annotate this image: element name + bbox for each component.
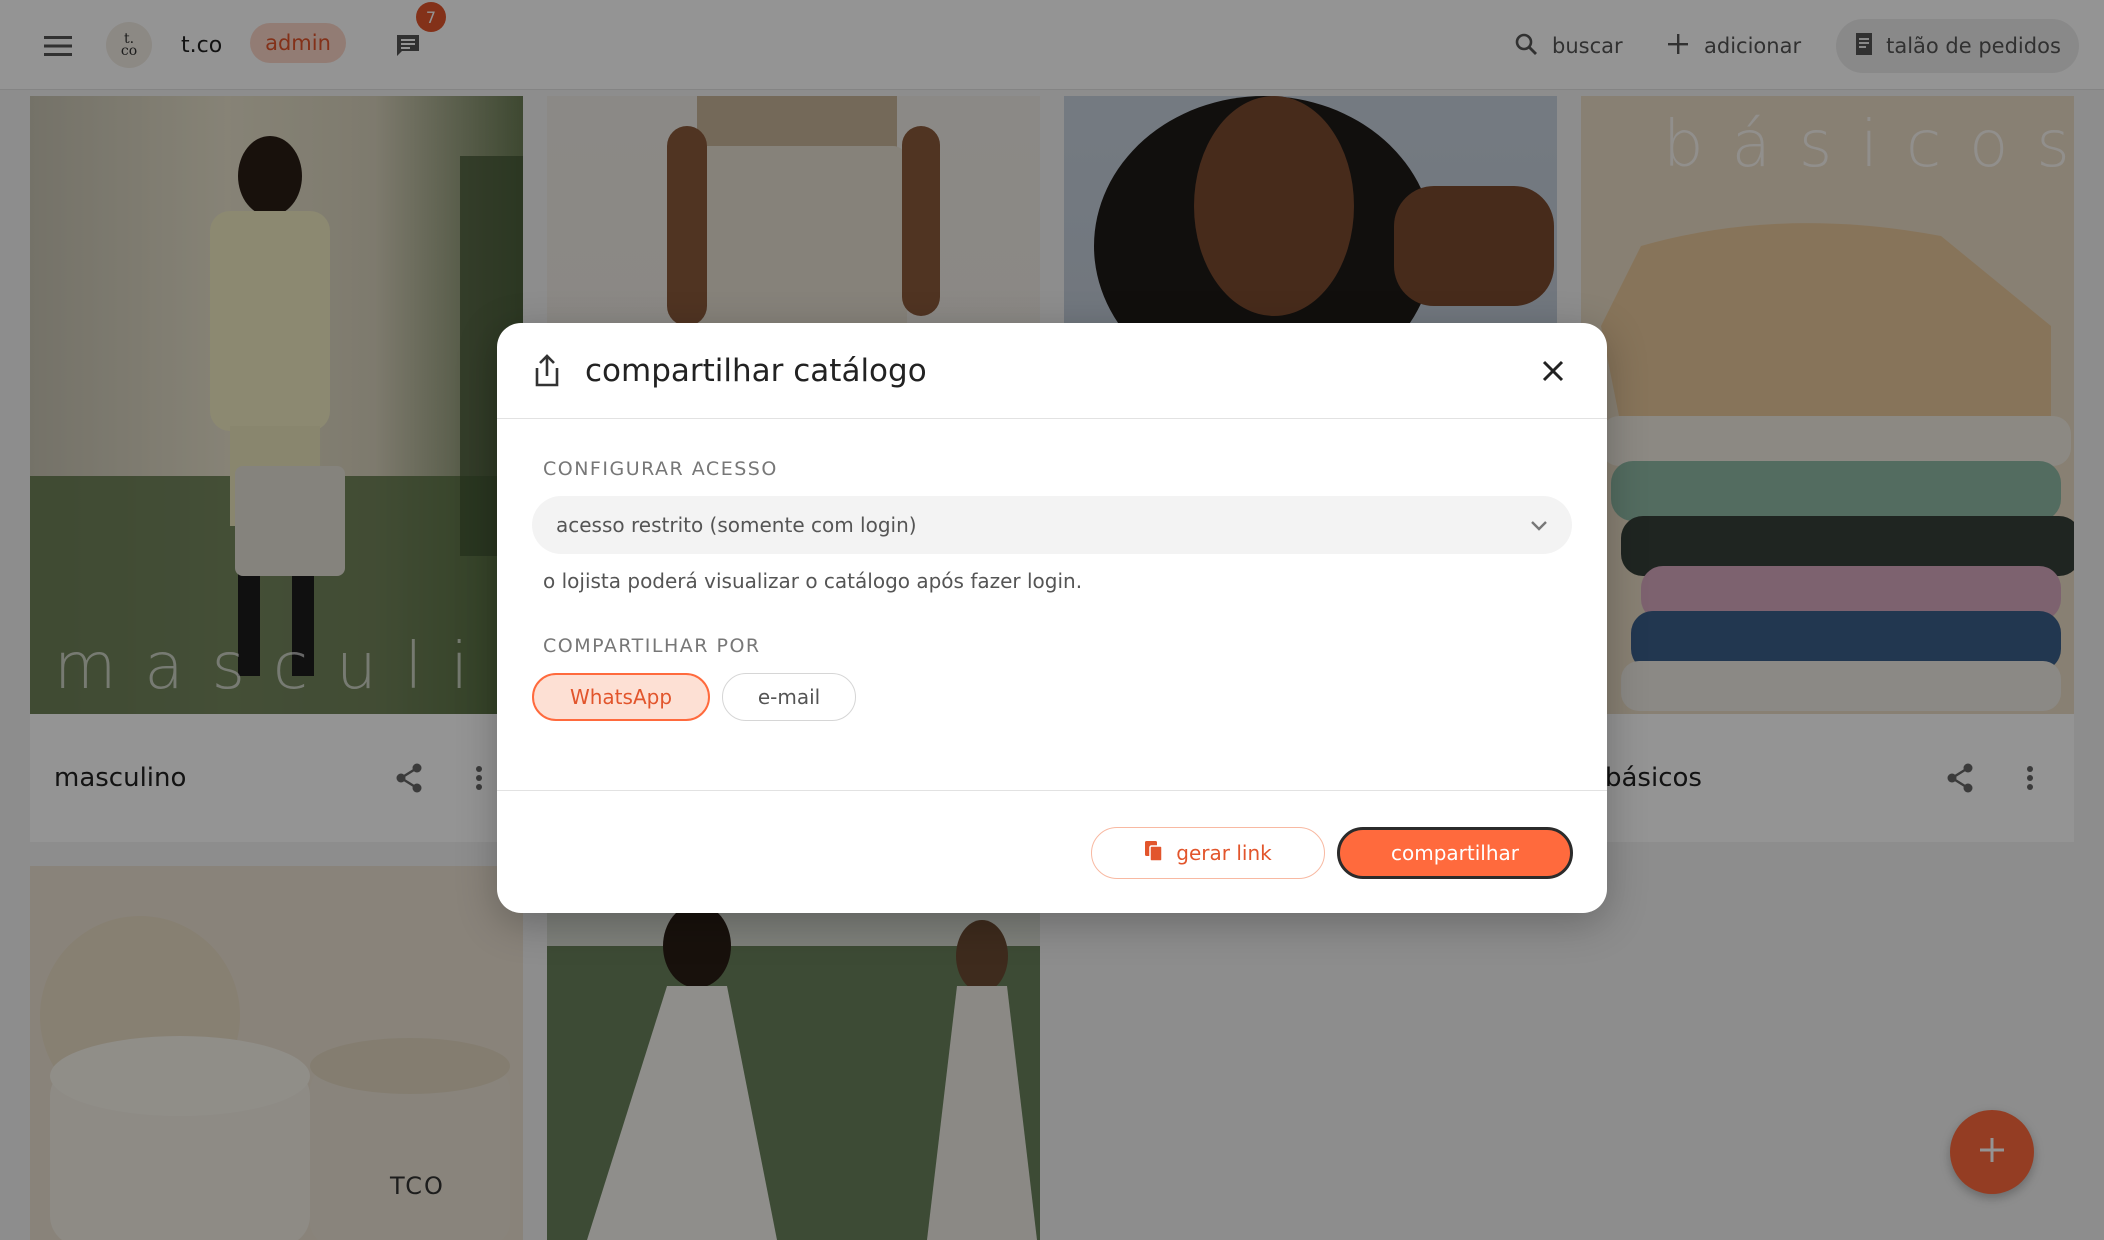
chevron-down-icon (1530, 513, 1548, 537)
share-catalog-dialog: compartilhar catálogo CONFIGURAR ACESSO … (497, 323, 1607, 913)
access-select-value: acesso restrito (somente com login) (556, 513, 917, 537)
share-button[interactable]: compartilhar (1337, 827, 1573, 879)
share-section-label: COMPARTILHAR POR (543, 635, 761, 657)
copy-icon (1144, 840, 1164, 867)
generate-link-button[interactable]: gerar link (1091, 827, 1325, 879)
access-section-label: CONFIGURAR ACESSO (543, 458, 778, 480)
share-upload-icon (529, 353, 565, 389)
dialog-divider (497, 790, 1607, 791)
generate-link-label: gerar link (1176, 841, 1272, 865)
dialog-title: compartilhar catálogo (585, 352, 927, 389)
app-root: t. co t.co admin 7 buscar adicionar talã… (0, 0, 2104, 1240)
share-option-whatsapp[interactable]: WhatsApp (532, 673, 710, 721)
close-icon[interactable] (1531, 349, 1575, 393)
share-option-email[interactable]: e-mail (722, 673, 856, 721)
access-helper-text: o lojista poderá visualizar o catálogo a… (543, 569, 1083, 593)
dialog-header: compartilhar catálogo (497, 323, 1607, 419)
access-select[interactable]: acesso restrito (somente com login) (532, 496, 1572, 554)
